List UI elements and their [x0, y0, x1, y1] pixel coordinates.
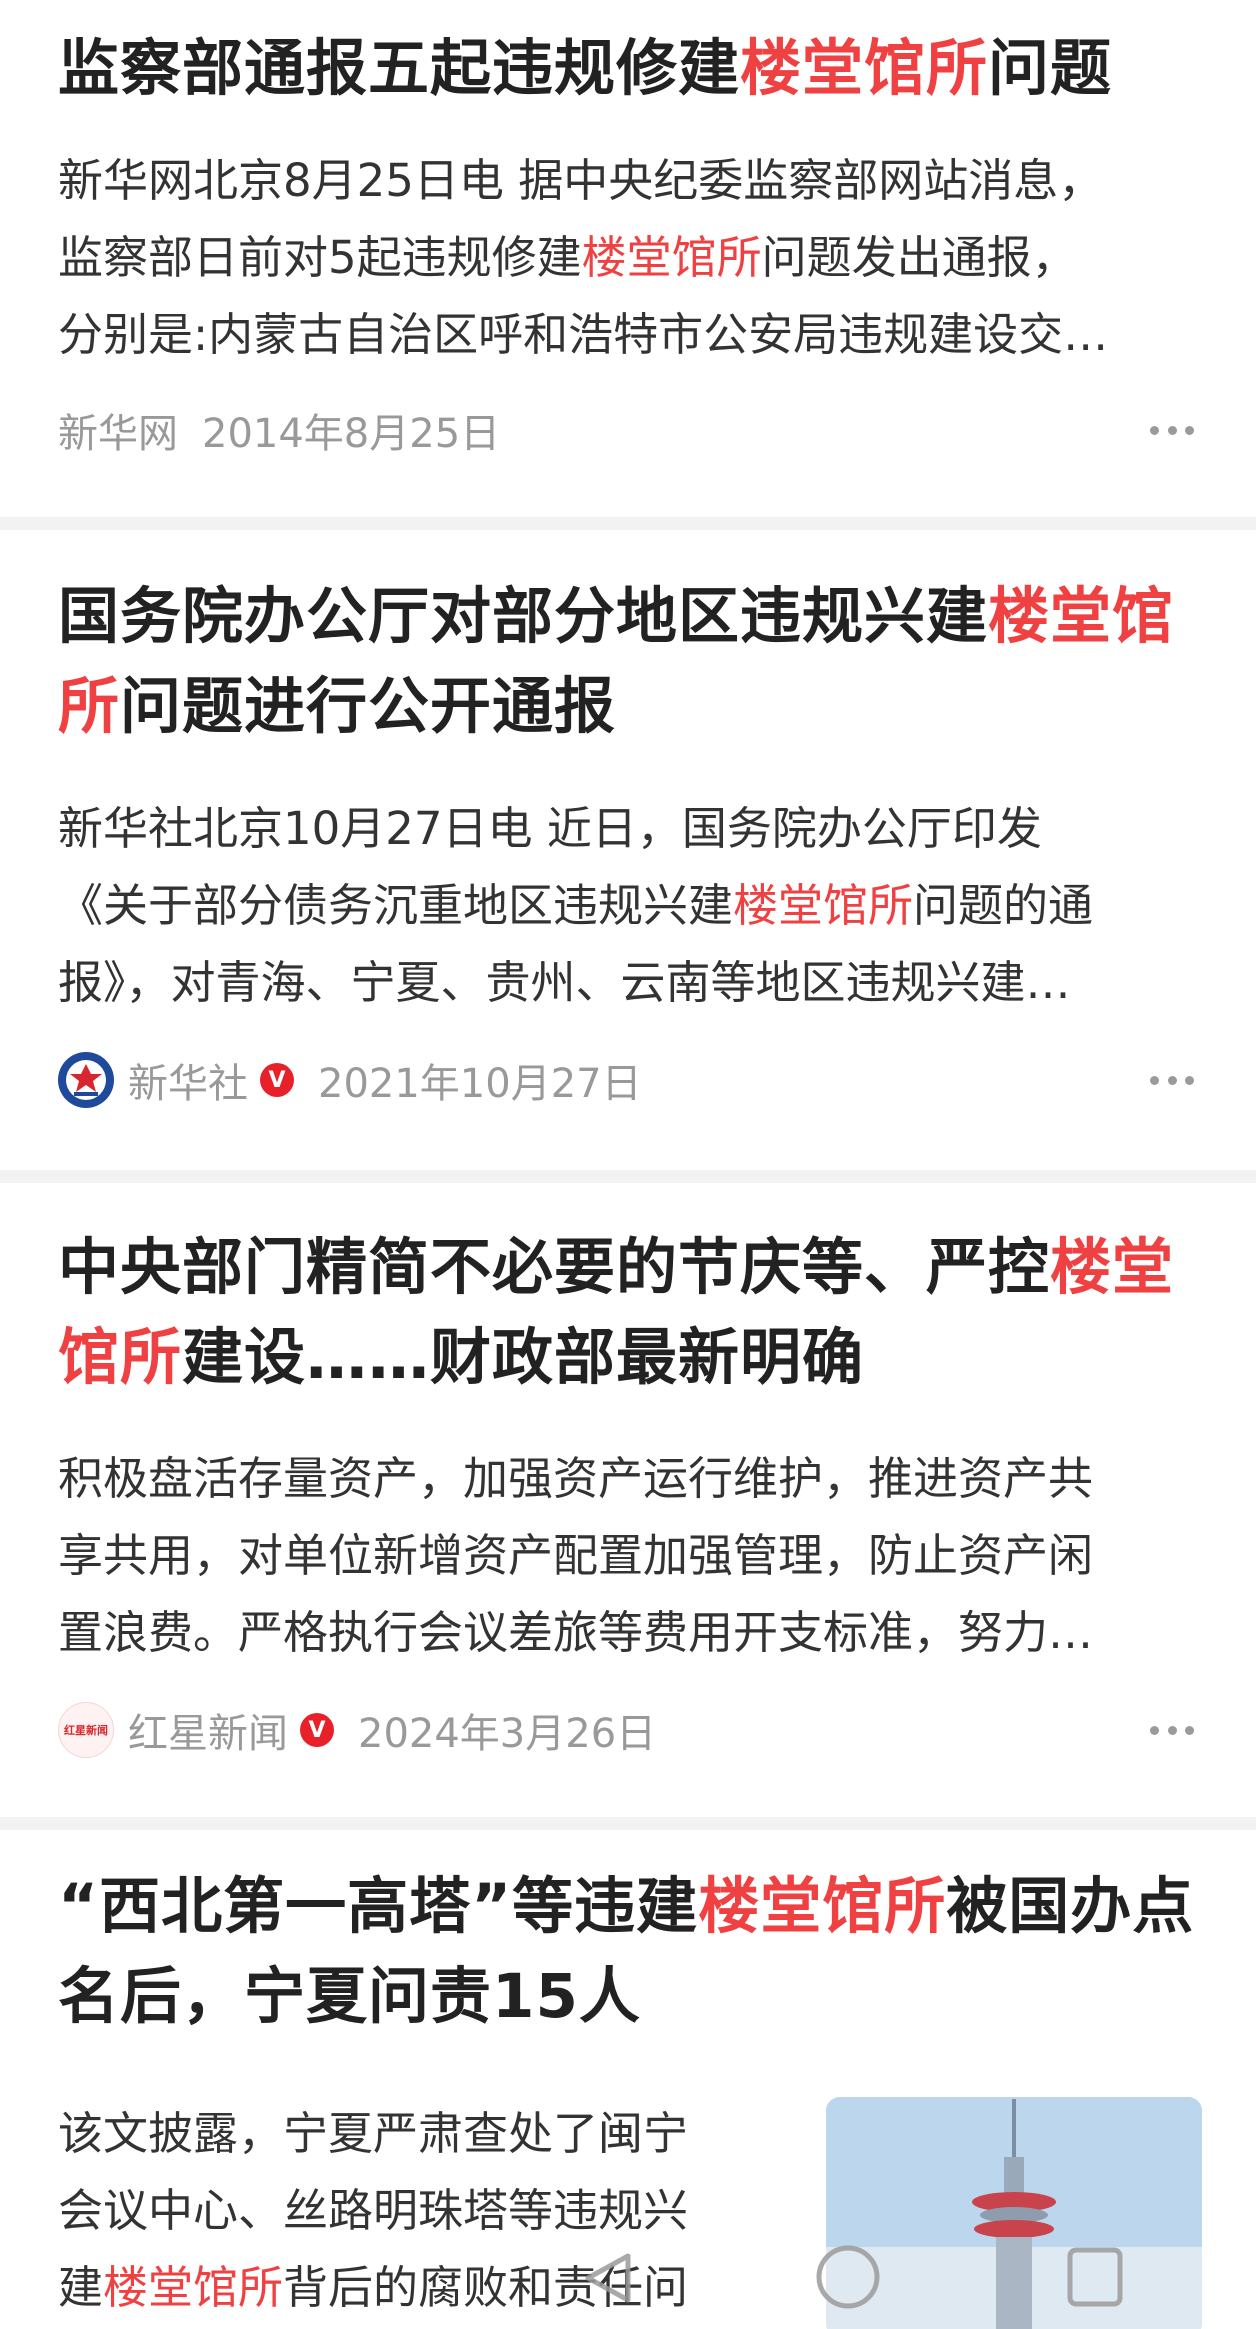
article-thumbnail[interactable]	[826, 2097, 1202, 2329]
keyword-highlight: 楼堂	[1050, 1232, 1175, 1303]
text-segment: 问题发出通报，	[761, 231, 1077, 284]
text-line: 该文披露，宁夏严肃查处了闽宁	[58, 2095, 798, 2172]
text-line: 新华网北京8月25日电 据中央纪委监察部网站消息，	[58, 142, 1198, 219]
text-segment: 问题	[988, 33, 1113, 104]
xinhua-logo-icon	[58, 1052, 114, 1108]
text-segment: 积极盘活存量资产，加强资产运行维护，推进资产共	[58, 1452, 1094, 1505]
text-line: 会议中心、丝路明珠塔等违规兴	[58, 2172, 798, 2249]
text-segment: 被国办点	[946, 1871, 1195, 1942]
source-name[interactable]: 新华网	[58, 401, 178, 459]
text-segment: 建	[58, 2261, 104, 2314]
source-name[interactable]: 新华社	[128, 1051, 248, 1109]
text-line: 新华社北京10月27日电 近日，国务院办公厅印发	[58, 790, 1198, 867]
text-segment: 会议中心、丝路明珠塔等违规兴	[58, 2184, 689, 2237]
keyword-highlight: 楼堂馆所	[581, 231, 762, 284]
publish-date: 2014年8月25日	[202, 411, 501, 457]
text-line: 名后，宁夏问责15人	[58, 1952, 1198, 2042]
text-line: 馆所建设……财政部最新明确	[58, 1313, 1198, 1403]
article-title[interactable]: 监察部通报五起违规修建楼堂馆所问题	[58, 24, 1198, 114]
text-line: “西北第一高塔”等违建楼堂馆所被国办点	[58, 1862, 1198, 1952]
verified-badge-icon: V	[300, 1713, 334, 1747]
article-abstract: 该文披露，宁夏严肃查处了闽宁 会议中心、丝路明珠塔等违规兴 建楼堂馆所背后的腐败和责…	[58, 2095, 798, 2326]
text-line: 所问题进行公开通报	[58, 662, 1198, 752]
card-separator	[0, 517, 1256, 530]
text-segment: 报》，对青海、宁夏、贵州、云南等地区违规兴建…	[58, 956, 1071, 1009]
text-line: 中央部门精简不必要的节庆等、严控楼堂	[58, 1223, 1198, 1313]
keyword-highlight: 楼堂馆所	[103, 2261, 284, 2314]
text-segment: 《关于部分债务沉重地区违规兴建	[58, 879, 734, 932]
source-name[interactable]: 红星新闻	[128, 1701, 288, 1759]
text-line: 监察部通报五起违规修建楼堂馆所问题	[58, 24, 1198, 114]
keyword-highlight: 馆所	[58, 1322, 183, 1393]
text-line: 监察部日前对5起违规修建楼堂馆所问题发出通报，	[58, 219, 1198, 296]
article-meta: 红星新闻 红星新闻 V 2024年3月26日	[58, 1700, 656, 1760]
card-separator	[0, 1817, 1256, 1830]
text-segment: 分别是:内蒙古自治区呼和浩特市公安局违规建设交…	[58, 308, 1109, 361]
text-line: 报》，对青海、宁夏、贵州、云南等地区违规兴建…	[58, 944, 1198, 1021]
article-title[interactable]: 中央部门精简不必要的节庆等、严控楼堂 馆所建设……财政部最新明确	[58, 1223, 1198, 1403]
text-segment: 该文披露，宁夏严肃查处了闽宁	[58, 2107, 689, 2160]
keyword-highlight: 楼堂馆所	[740, 33, 989, 104]
keyword-highlight: 所	[58, 671, 121, 742]
article-card-2[interactable]: 国务院办公厅对部分地区违规兴建楼堂馆 所问题进行公开通报 新华社北京10月27日电…	[0, 530, 1256, 1170]
text-segment: 国务院办公厅对部分地区违规兴建	[58, 581, 989, 652]
article-meta: 新华网 2014年8月25日	[58, 400, 500, 460]
text-line: 享共用，对单位新增资产配置加强管理，防止资产闲	[58, 1517, 1198, 1594]
text-segment: 监察部日前对5起违规修建	[58, 231, 582, 284]
more-dots-icon[interactable]	[1150, 1720, 1194, 1740]
article-title[interactable]: “西北第一高塔”等违建楼堂馆所被国办点名后，宁夏问责15人	[58, 1862, 1198, 2042]
text-line: 积极盘活存量资产，加强资产运行维护，推进资产共	[58, 1440, 1198, 1517]
keyword-highlight: 楼堂馆所	[733, 879, 914, 932]
text-segment: 监察部通报五起违规修建	[58, 33, 741, 104]
text-line: 建楼堂馆所背后的腐败和责任问	[58, 2249, 798, 2326]
article-card-3[interactable]: 中央部门精简不必要的节庆等、严控楼堂 馆所建设……财政部最新明确 积极盘活存量资产…	[0, 1183, 1256, 1817]
text-segment: 背后的腐败和责任问	[283, 2261, 689, 2314]
publish-date: 2021年10月27日	[318, 1061, 642, 1107]
text-line: 国务院办公厅对部分地区违规兴建楼堂馆	[58, 572, 1198, 662]
hongxing-logo-icon: 红星新闻	[58, 1702, 114, 1758]
article-title[interactable]: 国务院办公厅对部分地区违规兴建楼堂馆 所问题进行公开通报	[58, 572, 1198, 752]
article-abstract: 新华网北京8月25日电 据中央纪委监察部网站消息， 监察部日前对5起违规修建楼堂馆…	[58, 142, 1198, 373]
text-segment: 新华网北京8月25日电 据中央纪委监察部网站消息，	[58, 154, 1104, 207]
text-line: 分别是:内蒙古自治区呼和浩特市公安局违规建设交…	[58, 296, 1198, 373]
text-segment: 享共用，对单位新增资产配置加强管理，防止资产闲	[58, 1529, 1094, 1582]
article-abstract: 新华社北京10月27日电 近日，国务院办公厅印发 《关于部分债务沉重地区违规兴建楼…	[58, 790, 1198, 1021]
card-separator	[0, 1170, 1256, 1183]
text-line: 置浪费。严格执行会议差旅等费用开支标准，努力…	[58, 1594, 1198, 1671]
text-segment: “西北第一高塔”等违建	[58, 1871, 699, 1942]
text-segment: 新华社北京10月27日电 近日，国务院办公厅印发	[58, 802, 1042, 855]
text-segment: 建设……财政部最新明确	[182, 1322, 865, 1393]
article-meta: 新华社 V 2021年10月27日	[58, 1050, 642, 1110]
text-segment: 置浪费。严格执行会议差旅等费用开支标准，努力…	[58, 1606, 1094, 1659]
text-segment: 名后，宁夏问责15人	[58, 1961, 641, 2032]
text-segment: 中央部门精简不必要的节庆等、严控	[58, 1232, 1051, 1303]
verified-badge-icon: V	[260, 1063, 294, 1097]
keyword-highlight: 楼堂馆	[988, 581, 1175, 652]
article-abstract: 积极盘活存量资产，加强资产运行维护，推进资产共 享共用，对单位新增资产配置加强管理…	[58, 1440, 1198, 1671]
text-line: 《关于部分债务沉重地区违规兴建楼堂馆所问题的通	[58, 867, 1198, 944]
tower-image	[826, 2097, 1202, 2329]
text-segment: 问题的通	[913, 879, 1094, 932]
keyword-highlight: 楼堂馆所	[698, 1871, 947, 1942]
article-card-1[interactable]: 监察部通报五起违规修建楼堂馆所问题 新华网北京8月25日电 据中央纪委监察部网站…	[0, 0, 1256, 517]
more-dots-icon[interactable]	[1150, 420, 1194, 440]
text-segment: 问题进行公开通报	[120, 671, 617, 742]
more-dots-icon[interactable]	[1150, 1070, 1194, 1090]
publish-date: 2024年3月26日	[358, 1711, 657, 1757]
